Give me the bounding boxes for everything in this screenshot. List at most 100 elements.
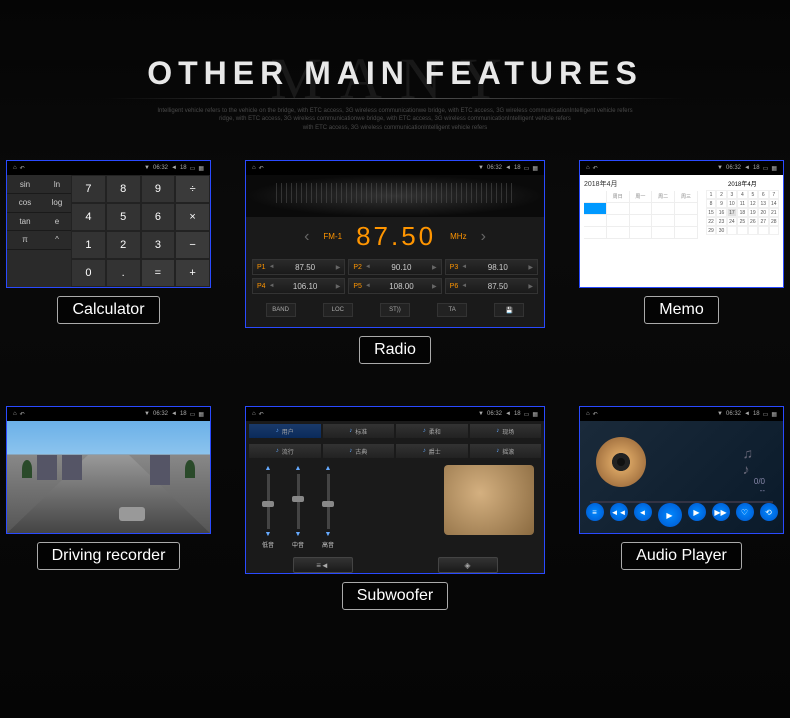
calc-sub[interactable]: − [175,231,210,259]
calc-sin[interactable]: sin [7,175,43,194]
cal-day[interactable]: 21 [769,208,779,217]
cal-day[interactable]: 16 [716,208,726,217]
eq-slider-低音[interactable]: ▲▼低音 [260,465,276,549]
cal-day[interactable]: 25 [737,217,747,226]
radio-btn[interactable]: TA [437,303,467,317]
dashcam-view[interactable] [7,421,210,533]
freq-down[interactable]: ‹ [304,228,309,246]
preset-P1[interactable]: P1◄87.50▶ [252,259,345,275]
radio-btn[interactable]: BAND [266,303,296,317]
favorite-button[interactable]: ♡ [736,503,754,521]
memo-calendar[interactable]: 2018年4月 12345678910111213141516171819202… [702,175,783,287]
calc-5[interactable]: 5 [106,203,141,231]
calc-div[interactable]: ÷ [175,175,210,203]
cal-day[interactable]: 14 [769,199,779,208]
calc-2[interactable]: 2 [106,231,141,259]
eq-preset[interactable]: ♪现场 [470,424,542,438]
eq-preset[interactable]: ♪流行 [249,444,321,458]
eq-slider-中音[interactable]: ▲▼中音 [290,465,306,549]
calc-cos[interactable]: cos [7,194,43,213]
radio-btn[interactable]: LOC [323,303,353,317]
cal-day[interactable]: 8 [706,199,716,208]
calc-log[interactable]: log [43,194,71,213]
cal-day[interactable] [758,226,768,235]
cal-day[interactable]: 30 [716,226,726,235]
playlist-button[interactable]: ≡ [586,503,604,521]
calc-e[interactable]: e [43,213,71,232]
cal-day[interactable] [769,226,779,235]
cal-day[interactable]: 24 [727,217,737,226]
calc-dot[interactable]: . [106,259,141,287]
calc-1[interactable]: 1 [71,231,106,259]
calc-ln[interactable]: ln [43,175,71,194]
cal-day[interactable]: 28 [769,217,779,226]
eq-button-left[interactable]: ≡◄ [293,557,353,573]
eq-preset[interactable]: ♪用户 [249,424,321,438]
next-button[interactable]: ▶▶ [712,503,730,521]
cal-day[interactable]: 3 [727,190,737,199]
cal-day[interactable]: 1 [706,190,716,199]
calc-9[interactable]: 9 [141,175,176,203]
cal-day[interactable]: 17 [727,208,737,217]
cal-day[interactable]: 11 [737,199,747,208]
cal-day[interactable]: 7 [769,190,779,199]
eq-preset[interactable]: ♪柔和 [396,424,468,438]
cal-day[interactable]: 2 [716,190,726,199]
cal-day[interactable]: 10 [727,199,737,208]
home-icon: ⌂ [586,165,590,171]
calc-3[interactable]: 3 [141,231,176,259]
shuffle-button[interactable]: ⟲ [760,503,778,521]
cal-day[interactable]: 12 [748,199,758,208]
freq-up[interactable]: › [481,228,486,246]
cal-day[interactable] [727,226,737,235]
eq-button-right[interactable]: ◈ [438,557,498,573]
calc-6[interactable]: 6 [141,203,176,231]
preset-P6[interactable]: P6◄87.50▶ [445,278,538,294]
calc-8[interactable]: 8 [106,175,141,203]
play-button[interactable]: ▶ [658,503,682,527]
cal-day[interactable]: 4 [737,190,747,199]
radio-btn[interactable]: 💾 [494,303,524,317]
eq-preset[interactable]: ♪摇滚 [470,444,542,458]
calc-pi[interactable]: π [7,231,43,250]
cal-day[interactable]: 15 [706,208,716,217]
cal-day[interactable]: 13 [758,199,768,208]
calc-pow[interactable]: ^ [43,231,71,250]
forward-button[interactable]: ▶ [688,503,706,521]
preset-P5[interactable]: P5◄108.00▶ [348,278,441,294]
cal-day[interactable]: 5 [748,190,758,199]
radio-label: Radio [359,336,431,364]
cal-day[interactable]: 23 [716,217,726,226]
memo-schedule[interactable]: 2018年4月 周日周一周二周三 [580,175,702,287]
eq-preset[interactable]: ♪古典 [323,444,395,458]
calc-0[interactable]: 0 [71,259,106,287]
preset-P4[interactable]: P4◄106.10▶ [252,278,345,294]
cal-day[interactable]: 27 [758,217,768,226]
cal-day[interactable] [748,226,758,235]
cal-day[interactable]: 26 [748,217,758,226]
cal-day[interactable]: 22 [706,217,716,226]
cal-day[interactable]: 18 [737,208,747,217]
radio-btn[interactable]: ST)) [380,303,410,317]
preset-P3[interactable]: P3◄98.10▶ [445,259,538,275]
rewind-button[interactable]: ◄ [634,503,652,521]
cal-day[interactable]: 6 [758,190,768,199]
cal-day[interactable]: 29 [706,226,716,235]
calc-4[interactable]: 4 [71,203,106,231]
calc-add[interactable]: + [175,259,210,287]
cal-day[interactable] [737,226,747,235]
eq-preset[interactable]: ♪爵士 [396,444,468,458]
cal-day[interactable]: 20 [758,208,768,217]
eq-preset[interactable]: ♪标准 [323,424,395,438]
calc-mul[interactable]: × [175,203,210,231]
wifi-icon: ▼ [478,411,484,417]
preset-P2[interactable]: P2◄90.10▶ [348,259,441,275]
eq-slider-高音[interactable]: ▲▼高音 [320,465,336,549]
cal-day[interactable]: 19 [748,208,758,217]
prev-button[interactable]: ◄◄ [610,503,628,521]
calc-eq[interactable]: = [141,259,176,287]
calc-tan[interactable]: tan [7,213,43,232]
radio-dial[interactable] [246,175,544,217]
cal-day[interactable]: 9 [716,199,726,208]
calc-7[interactable]: 7 [71,175,106,203]
